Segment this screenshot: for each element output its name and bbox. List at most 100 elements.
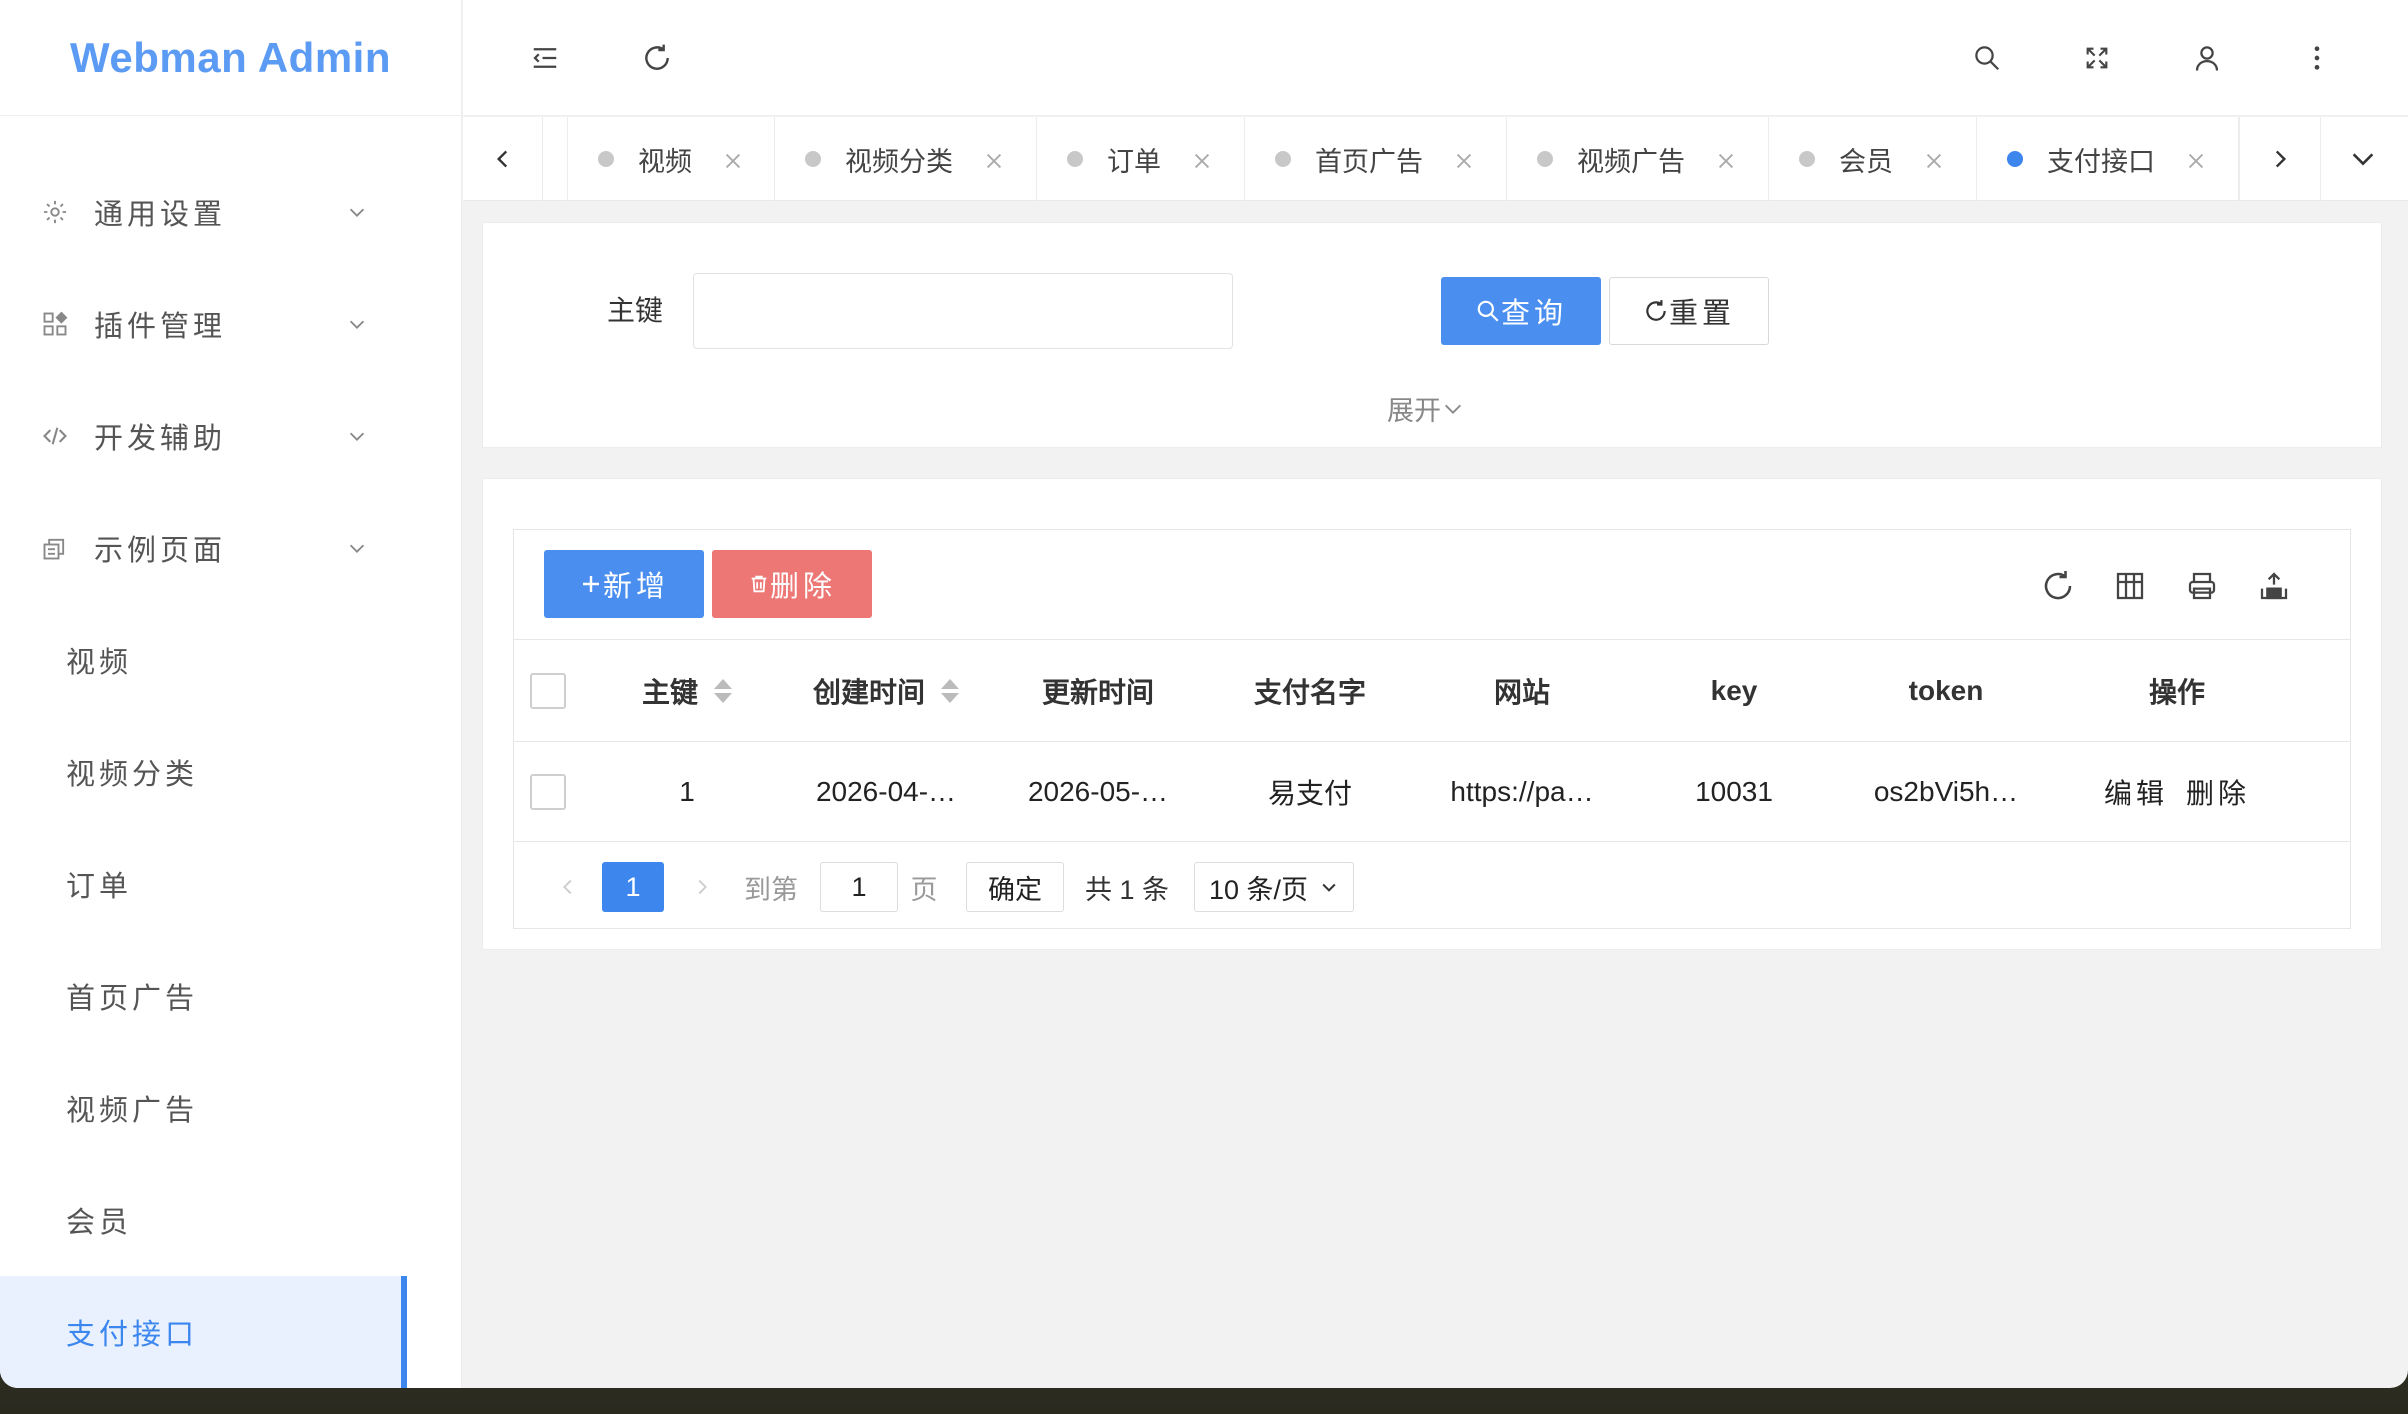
tab-label: 视频分类 [845, 146, 953, 177]
page-size-value: 10 条/页 [1209, 874, 1309, 905]
sidebar-item-label: 视频广告 [66, 1095, 199, 1127]
tab-video-ads[interactable]: 视频广告 [1507, 117, 1769, 201]
query-button[interactable]: 查询 [1441, 277, 1601, 345]
add-button-label: 新增 [602, 571, 669, 603]
chevron-down-icon [346, 198, 368, 220]
column-header-label: 更新时间 [1041, 676, 1154, 708]
tab-video-category[interactable]: 视频分类 [775, 117, 1037, 201]
fullscreen-icon[interactable] [2077, 38, 2117, 78]
tabs-scroll-right-icon[interactable] [2239, 117, 2321, 201]
user-icon[interactable] [2187, 38, 2227, 78]
column-header-label: 主键 [641, 676, 698, 708]
tab-members[interactable]: 会员 [1769, 117, 1977, 201]
table-toolbar: 新增 删除 [514, 530, 2350, 640]
table-row: 1 2026-04-… 2026-05-… 易支付 https://pa… 10… [514, 742, 2350, 842]
tabs-bar: 视频 视频分类 订单 首页广告 视频广告 会员 支付接口 [463, 117, 2408, 201]
close-icon[interactable] [983, 148, 1005, 170]
add-button[interactable]: 新增 [544, 550, 704, 618]
select-all-checkbox[interactable] [530, 672, 566, 709]
row-edit-link[interactable]: 编辑 [2104, 772, 2168, 812]
close-icon[interactable] [1715, 148, 1737, 170]
sidebar-group-example-pages[interactable]: 示例页面 [0, 492, 462, 604]
cell-pay-name: 易支付 [1267, 777, 1352, 809]
sidebar-group-label: 插件管理 [94, 311, 227, 343]
cell-created: 2026-04-… [815, 775, 957, 807]
column-header-key: key [1628, 640, 1840, 741]
cell-key: 10031 [1695, 775, 1773, 807]
tab-payment-interface[interactable]: 支付接口 [1977, 117, 2239, 201]
refresh-icon[interactable] [637, 38, 677, 78]
tab-status-dot [1537, 151, 1553, 167]
column-header-label: 创建时间 [812, 676, 925, 708]
data-table: 新增 删除 主键 创建时间 更新时间 支付名字 网站 key token 操作 … [513, 529, 2351, 929]
sidebar-item-members[interactable]: 会员 [0, 1164, 462, 1276]
sidebar-item-home-ads[interactable]: 首页广告 [0, 940, 462, 1052]
close-icon[interactable] [1191, 148, 1213, 170]
page-size-select[interactable]: 10 条/页 [1194, 862, 1354, 912]
tab-status-dot [2007, 151, 2023, 167]
sort-icon[interactable] [714, 678, 732, 703]
close-icon[interactable] [722, 148, 744, 170]
collapse-menu-icon[interactable] [525, 38, 565, 78]
sidebar-item-label: 首页广告 [66, 983, 199, 1015]
columns-icon[interactable] [2110, 566, 2150, 606]
sidebar-item-video-ads[interactable]: 视频广告 [0, 1052, 462, 1164]
sidebar-group-dev-tools[interactable]: 开发辅助 [0, 380, 462, 492]
select-all-cell [514, 640, 582, 741]
tab-status-dot [1067, 151, 1083, 167]
goto-confirm-button[interactable]: 确定 [966, 862, 1064, 912]
next-page-icon[interactable] [682, 862, 722, 912]
close-icon[interactable] [1923, 148, 1945, 170]
export-icon[interactable] [2254, 566, 2294, 606]
sidebar-item-payment-interface[interactable]: 支付接口 [0, 1276, 407, 1388]
app-logo[interactable]: Webman Admin [0, 0, 461, 116]
top-header [463, 0, 2408, 116]
table-panel: 新增 删除 主键 创建时间 更新时间 支付名字 网站 key token 操作 … [482, 478, 2382, 950]
code-icon [40, 421, 70, 451]
column-header-label: 网站 [1493, 676, 1550, 708]
prev-page-icon[interactable] [548, 862, 588, 912]
refresh-icon [1646, 300, 1666, 321]
expand-filters-link[interactable]: 展开 [1387, 389, 1465, 428]
goto-page-input[interactable]: 1 [820, 862, 898, 912]
primary-key-label: 主键 [607, 295, 664, 326]
search-icon[interactable] [1967, 38, 2007, 78]
reset-button-label: 重置 [1668, 298, 1735, 330]
row-select-cell [514, 742, 582, 841]
row-delete-link[interactable]: 删除 [2186, 772, 2250, 812]
sidebar-item-label: 订单 [66, 871, 133, 903]
table-header-row: 主键 创建时间 更新时间 支付名字 网站 key token 操作 [514, 640, 2350, 742]
column-header-label: token [1908, 674, 1984, 706]
sidebar-item-video[interactable]: 视频 [0, 604, 462, 716]
chevron-down-icon [346, 534, 368, 556]
search-icon [1477, 300, 1499, 322]
tab-video[interactable]: 视频 [567, 117, 775, 201]
close-icon[interactable] [2185, 148, 2207, 170]
print-icon[interactable] [2182, 566, 2222, 606]
apps-icon [40, 309, 70, 339]
table-refresh-icon[interactable] [2038, 566, 2078, 606]
sort-icon[interactable] [941, 678, 959, 703]
page-number-current[interactable]: 1 [602, 862, 664, 912]
close-icon[interactable] [1453, 148, 1475, 170]
tab-label: 视频广告 [1577, 146, 1685, 177]
tabs-menu-chevron-down-icon[interactable] [2321, 117, 2405, 201]
sidebar-group-general-settings[interactable]: 通用设置 [0, 156, 462, 268]
more-vertical-icon[interactable] [2297, 38, 2337, 78]
primary-key-input[interactable] [693, 273, 1233, 349]
cell-site: https://pa… [1450, 775, 1594, 807]
gear-icon [40, 197, 70, 227]
tab-orders[interactable]: 订单 [1037, 117, 1245, 201]
sidebar-group-plugin-management[interactable]: 插件管理 [0, 268, 462, 380]
tabs-scroll-left-icon[interactable] [463, 117, 543, 201]
column-header-id[interactable]: 主键 [594, 640, 780, 741]
reset-button[interactable]: 重置 [1609, 277, 1769, 345]
column-header-created[interactable]: 创建时间 [780, 640, 992, 741]
tab-status-dot [598, 151, 614, 167]
batch-delete-button[interactable]: 删除 [712, 550, 872, 618]
sidebar-item-orders[interactable]: 订单 [0, 828, 462, 940]
tab-home-ads[interactable]: 首页广告 [1245, 117, 1507, 201]
sidebar-item-video-category[interactable]: 视频分类 [0, 716, 462, 828]
cell-updated: 2026-05-… [1027, 775, 1169, 807]
row-checkbox[interactable] [530, 773, 566, 810]
